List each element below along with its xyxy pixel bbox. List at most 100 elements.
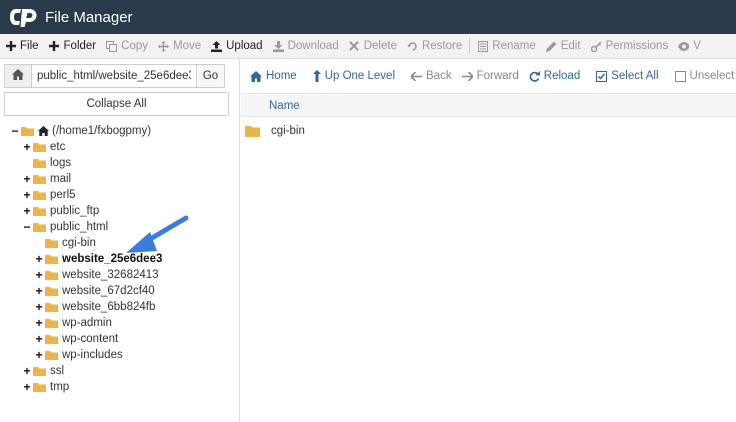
tree-item-label: (/home1/fxbogpmy) <box>52 125 152 137</box>
back-button[interactable]: Back <box>406 65 457 87</box>
move-button[interactable]: Move <box>153 34 206 58</box>
tree-item-mail[interactable]: + mail <box>22 171 71 187</box>
unselect-all-button[interactable]: Unselect All <box>670 65 736 87</box>
new-file-button[interactable]: File <box>0 34 44 58</box>
folder-tree-panel: Go Collapse All − (/home1/fxbogpmy) + et… <box>0 59 240 422</box>
download-label: Download <box>287 40 339 52</box>
reload-icon <box>529 70 540 82</box>
folder-icon <box>45 302 58 312</box>
delete-button[interactable]: Delete <box>344 34 402 58</box>
up-one-level-label: Up One Level <box>324 70 396 82</box>
expand-toggle-icon[interactable]: + <box>34 348 44 362</box>
folder-icon <box>33 174 46 184</box>
tree-item-label: website_67d2cf40 <box>62 285 155 297</box>
permissions-button[interactable]: Permissions <box>586 34 674 58</box>
move-label: Move <box>173 40 202 52</box>
navigation-bar: Home Up One Level Back Forward Reload Se… <box>241 59 736 94</box>
folder-icon <box>45 254 58 264</box>
new-folder-label: Folder <box>63 40 97 52</box>
view-button[interactable]: V <box>673 34 706 58</box>
reload-label: Reload <box>543 70 581 82</box>
collapse-toggle-icon[interactable]: − <box>10 124 20 138</box>
arrow-right-icon <box>461 71 473 81</box>
tree-item-wp-admin[interactable]: + wp-admin <box>34 315 111 331</box>
go-button[interactable]: Go <box>197 64 225 88</box>
rename-label: Rename <box>492 40 536 52</box>
tree-item-website-32682413[interactable]: + website_32682413 <box>34 267 159 283</box>
tree-item-tmp[interactable]: + tmp <box>22 379 69 395</box>
download-button[interactable]: Download <box>268 34 344 58</box>
back-label: Back <box>426 70 452 82</box>
move-icon <box>158 40 169 52</box>
home-path-button[interactable] <box>4 64 32 88</box>
name-column-header[interactable]: Name <box>269 100 300 112</box>
key-icon <box>590 40 602 52</box>
tree-item-label: public_ftp <box>50 205 100 217</box>
path-input[interactable] <box>32 64 197 88</box>
tree-item-wp-content[interactable]: + wp-content <box>34 331 118 347</box>
rename-button[interactable]: Rename <box>472 34 540 58</box>
expand-toggle-icon[interactable]: + <box>34 300 44 314</box>
forward-button[interactable]: Forward <box>457 65 524 87</box>
upload-button[interactable]: Upload <box>206 34 267 58</box>
folder-icon <box>245 125 260 137</box>
file-list-header: Name <box>241 95 736 117</box>
collapse-toggle-icon[interactable]: − <box>22 220 32 234</box>
expand-toggle-icon[interactable]: + <box>34 284 44 298</box>
new-folder-button[interactable]: Folder <box>44 34 102 58</box>
tree-item-website-25e6dee3[interactable]: + website_25e6dee3 <box>34 251 162 267</box>
folder-icon <box>33 142 46 152</box>
tree-item-label: wp-includes <box>62 349 123 361</box>
expand-toggle-icon[interactable]: + <box>34 332 44 346</box>
home-button[interactable]: Home <box>245 65 302 87</box>
view-label: V <box>693 40 701 52</box>
tree-item-ssl[interactable]: + ssl <box>22 363 64 379</box>
edit-button[interactable]: Edit <box>541 34 586 58</box>
rename-icon <box>477 40 488 52</box>
checked-box-icon <box>596 70 608 82</box>
tree-item-website-6bb824fb[interactable]: + website_6bb824fb <box>34 299 155 315</box>
expand-toggle-icon[interactable]: + <box>34 316 44 330</box>
up-one-level-button[interactable]: Up One Level <box>308 65 400 87</box>
app-title: File Manager <box>45 8 133 26</box>
tree-item-label: website_32682413 <box>62 269 159 281</box>
expand-toggle-icon[interactable]: + <box>34 268 44 282</box>
select-all-button[interactable]: Select All <box>591 65 663 87</box>
copy-button[interactable]: Copy <box>101 34 153 58</box>
expand-toggle-icon[interactable]: + <box>22 204 32 218</box>
folder-icon <box>45 350 58 360</box>
toolbar-divider <box>469 38 471 54</box>
home-icon <box>12 69 24 83</box>
tree-item-logs[interactable]: logs <box>33 155 71 171</box>
tree-item-etc[interactable]: + etc <box>22 139 65 155</box>
folder-icon <box>33 366 46 376</box>
restore-button[interactable]: Restore <box>402 34 467 58</box>
expand-toggle-icon[interactable]: + <box>22 364 32 378</box>
tree-item-public-ftp[interactable]: + public_ftp <box>22 203 99 219</box>
select-all-label: Select All <box>611 70 659 82</box>
expand-toggle-icon[interactable]: + <box>22 188 32 202</box>
folder-icon <box>21 126 34 136</box>
home-icon <box>250 70 262 82</box>
collapse-all-button[interactable]: Collapse All <box>4 92 229 116</box>
arrow-left-icon <box>411 71 423 81</box>
tree-item-label: mail <box>50 173 72 185</box>
tree-item-label: logs <box>50 157 72 169</box>
reload-button[interactable]: Reload <box>524 65 585 87</box>
tree-item-home[interactable]: − (/home1/fxbogpmy) <box>10 123 151 139</box>
expand-toggle-icon[interactable]: + <box>34 252 44 266</box>
folder-icon <box>45 334 58 344</box>
tree-item-public-html[interactable]: − public_html <box>22 219 108 235</box>
tree-item-wp-includes[interactable]: + wp-includes <box>34 347 123 363</box>
file-list-panel: Home Up One Level Back Forward Reload Se… <box>241 59 736 422</box>
tree-item-cgi-bin[interactable]: cgi-bin <box>45 235 96 251</box>
expand-toggle-icon[interactable]: + <box>22 172 32 186</box>
tree-item-website-67d2cf40[interactable]: + website_67d2cf40 <box>34 283 155 299</box>
expand-toggle-icon[interactable]: + <box>22 140 32 154</box>
new-file-label: File <box>20 40 39 52</box>
tree-item-perl5[interactable]: + perl5 <box>22 187 75 203</box>
expand-toggle-icon[interactable]: + <box>22 380 32 394</box>
tree-item-label: website_6bb824fb <box>62 301 156 313</box>
file-list-row[interactable]: cgi-bin <box>241 121 736 141</box>
folder-icon <box>45 270 58 280</box>
